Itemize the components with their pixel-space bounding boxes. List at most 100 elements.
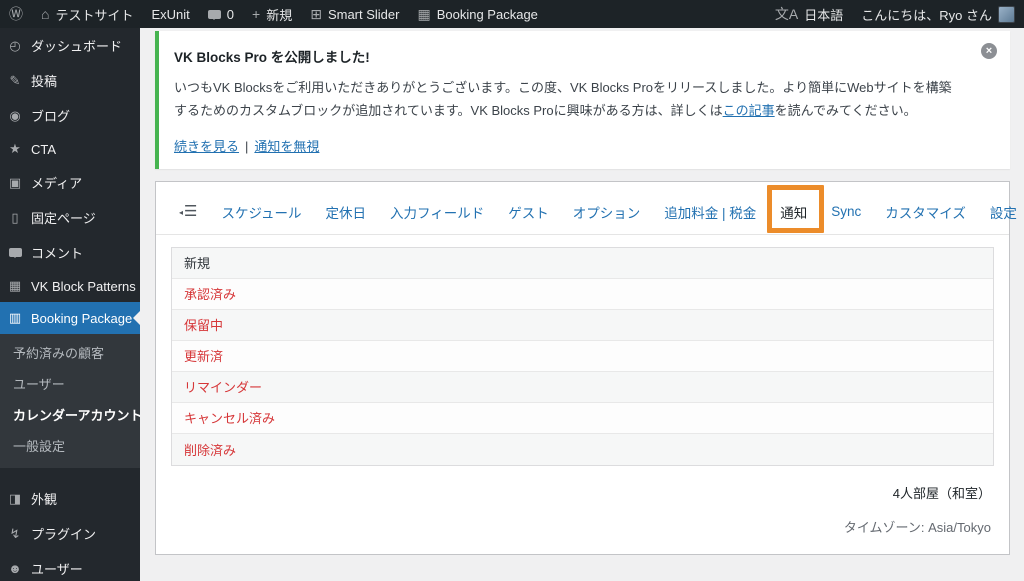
list-item-updated[interactable]: 更新済 bbox=[172, 340, 993, 372]
sidebar-subitem-users[interactable]: ユーザー bbox=[0, 368, 140, 399]
comment-bubble-icon bbox=[8, 248, 22, 258]
tab-sync[interactable]: Sync bbox=[831, 204, 861, 219]
language-label: 日本語 bbox=[804, 7, 844, 23]
plugin-icon: ↯ bbox=[9, 525, 21, 541]
list-item-label: 更新済 bbox=[184, 349, 224, 364]
comment-icon bbox=[207, 9, 221, 20]
sidebar-item-booking-package[interactable]: ▥ Booking Package bbox=[0, 302, 140, 334]
notice-vk-blocks-pro: VK Blocks Pro を公開しました! いつもVK Blocksをご利用い… bbox=[155, 31, 1010, 169]
tab-guests[interactable]: ゲスト bbox=[508, 202, 549, 222]
admin-bar: Ⓦ ⌂ テストサイト ExUnit 0 + 新規 ⊞ Smart Slider … bbox=[0, 0, 1024, 28]
adminbar-smart-slider[interactable]: ⊞ Smart Slider bbox=[301, 0, 408, 28]
tab-input-fields[interactable]: 入力フィールド bbox=[390, 202, 484, 222]
smart-slider-icon: ⊞ bbox=[310, 6, 322, 22]
site-name: テストサイト bbox=[55, 7, 134, 23]
sidebar-item-label: ブログ bbox=[31, 109, 71, 124]
list-item-label: キャンセル済み bbox=[184, 411, 276, 426]
sidebar-item-comments[interactable]: コメント bbox=[0, 235, 140, 270]
sidebar-item-dashboard[interactable]: ◴ ダッシュボード bbox=[0, 28, 140, 63]
adminbar-new[interactable]: + 新規 bbox=[243, 0, 301, 28]
dashboard-icon: ◴ bbox=[9, 37, 21, 53]
list-item-deleted[interactable]: 削除済み bbox=[172, 433, 993, 465]
hamburger-icon: ☰ bbox=[184, 203, 198, 220]
sidebar-item-label: VK Block Patterns bbox=[31, 278, 136, 294]
content-area: VK Blocks Pro を公開しました! いつもVK Blocksをご利用い… bbox=[140, 28, 1024, 581]
list-item-label: リマインダー bbox=[184, 380, 263, 395]
home-icon: ⌂ bbox=[41, 6, 50, 22]
booking-calendar-icon: ▥ bbox=[8, 310, 22, 325]
tab-schedule[interactable]: スケジュール bbox=[221, 202, 301, 222]
admin-bar-left: Ⓦ ⌂ テストサイト ExUnit 0 + 新規 ⊞ Smart Slider … bbox=[0, 0, 547, 28]
sidebar-subitem-calendar-accounts[interactable]: カレンダーアカウント bbox=[0, 399, 142, 430]
sidebar-item-posts[interactable]: ✎ 投稿 bbox=[0, 63, 140, 98]
collapse-arrow-icon: ◂ bbox=[179, 207, 184, 217]
cta-icon: ★ bbox=[9, 141, 21, 156]
plus-icon: + bbox=[252, 6, 261, 22]
sidebar-item-label: 投稿 bbox=[31, 74, 58, 89]
blocks-icon: ▦ bbox=[8, 278, 22, 293]
list-item-reminder[interactable]: リマインダー bbox=[172, 371, 993, 403]
sidebar-subitem-general-settings[interactable]: 一般設定 bbox=[0, 430, 140, 461]
exunit-label: ExUnit bbox=[151, 6, 190, 22]
menu-separator bbox=[0, 468, 140, 481]
list-item-label: 削除済み bbox=[184, 442, 237, 458]
sidebar-item-users[interactable]: ☻ ユーザー bbox=[0, 551, 140, 581]
user-icon: ☻ bbox=[8, 561, 22, 576]
blog-icon: ◉ bbox=[9, 107, 21, 123]
notice-article-link[interactable]: この記事 bbox=[723, 103, 775, 118]
link-separator: | bbox=[245, 138, 249, 154]
list-item-pending[interactable]: 保留中 bbox=[172, 309, 993, 341]
pin-icon: ✎ bbox=[9, 72, 21, 88]
booking-settings-panel: ◂ ☰ スケジュール 定休日 入力フィールド ゲスト オプション 追加料金 | 税… bbox=[155, 180, 1017, 555]
booking-package-label: Booking Package bbox=[436, 6, 538, 22]
sidebar-item-plugins[interactable]: ↯ プラグイン bbox=[0, 516, 140, 551]
new-label: 新規 bbox=[266, 7, 293, 23]
list-item-label: 保留中 bbox=[184, 318, 224, 333]
notice-readmore-link[interactable]: 続きを見る bbox=[174, 139, 239, 154]
tab-customize[interactable]: カスタマイズ bbox=[885, 202, 966, 222]
wordpress-logo[interactable]: Ⓦ bbox=[0, 0, 32, 28]
adminbar-site-link[interactable]: ⌂ テストサイト bbox=[32, 0, 142, 28]
media-icon: ▣ bbox=[8, 174, 22, 190]
list-item-new[interactable]: 新規 bbox=[172, 247, 993, 279]
wordpress-icon: Ⓦ bbox=[9, 6, 23, 22]
sidebar-item-appearance[interactable]: ◨ 外観 bbox=[0, 481, 140, 516]
comments-count: 0 bbox=[226, 6, 235, 22]
panel-footer: 4人部屋（和室） タイムゾーン: Asia/Tokyo bbox=[156, 466, 1009, 542]
notification-list: 新規 承認済み 保留中 更新済 リマインダー キャンセル済み 削除済み bbox=[171, 246, 994, 466]
list-item-canceled[interactable]: キャンセル済み bbox=[172, 402, 993, 434]
sidebar-item-label: ダッシュボード bbox=[31, 39, 123, 54]
dismiss-notice-icon[interactable]: × bbox=[981, 43, 997, 59]
page-icon: ▯ bbox=[11, 209, 19, 225]
notice-body: いつもVK Blocksをご利用いただきありがとうございます。この度、VK Bl… bbox=[174, 77, 964, 123]
tab-options[interactable]: オプション bbox=[573, 202, 641, 222]
translate-icon: 文A bbox=[774, 6, 799, 22]
tab-notification-label: 通知 bbox=[780, 205, 808, 221]
sidebar-item-pages[interactable]: ▯ 固定ページ bbox=[0, 200, 140, 235]
tab-holidays[interactable]: 定休日 bbox=[326, 202, 367, 222]
comment-icon bbox=[7, 245, 23, 260]
tabs-menu-icon[interactable]: ◂ ☰ bbox=[179, 204, 197, 219]
list-item-label: 新規 bbox=[184, 256, 211, 271]
sidebar-item-media[interactable]: ▣ メディア bbox=[0, 165, 140, 200]
sidebar-item-vk-block-patterns[interactable]: ▦ VK Block Patterns bbox=[0, 270, 140, 302]
adminbar-exunit[interactable]: ExUnit bbox=[142, 0, 198, 28]
notice-ignore-link[interactable]: 通知を無視 bbox=[254, 139, 319, 154]
tab-extra-fees-tax[interactable]: 追加料金 | 税金 bbox=[664, 202, 756, 222]
sidebar-subitem-label: 一般設定 bbox=[13, 439, 66, 454]
tab-settings[interactable]: 設定 bbox=[990, 202, 1017, 222]
admin-sidebar: ◴ ダッシュボード ✎ 投稿 ◉ ブログ ★ CTA ▣ メディア ▯ 固定ペー… bbox=[0, 28, 142, 581]
adminbar-account[interactable]: こんにちは、Ryo さん bbox=[852, 0, 1024, 28]
adminbar-comments[interactable]: 0 bbox=[199, 0, 243, 28]
sidebar-item-blog[interactable]: ◉ ブログ bbox=[0, 98, 140, 133]
appearance-icon: ◨ bbox=[8, 490, 22, 506]
adminbar-language[interactable]: 文A 日本語 bbox=[766, 0, 852, 28]
tab-notification[interactable]: 通知 bbox=[767, 184, 825, 233]
booking-package-submenu: 予約済みの顧客 ユーザー カレンダーアカウント 一般設定 bbox=[0, 334, 142, 468]
notice-body-text: を読んでみてください。 bbox=[774, 102, 917, 118]
list-item-approved[interactable]: 承認済み bbox=[172, 278, 993, 310]
sidebar-item-cta[interactable]: ★ CTA bbox=[0, 133, 140, 165]
sidebar-subitem-reserved-customers[interactable]: 予約済みの顧客 bbox=[0, 337, 140, 368]
adminbar-booking-package[interactable]: ▦ Booking Package bbox=[408, 0, 546, 28]
sidebar-item-label: 固定ページ bbox=[31, 211, 96, 226]
